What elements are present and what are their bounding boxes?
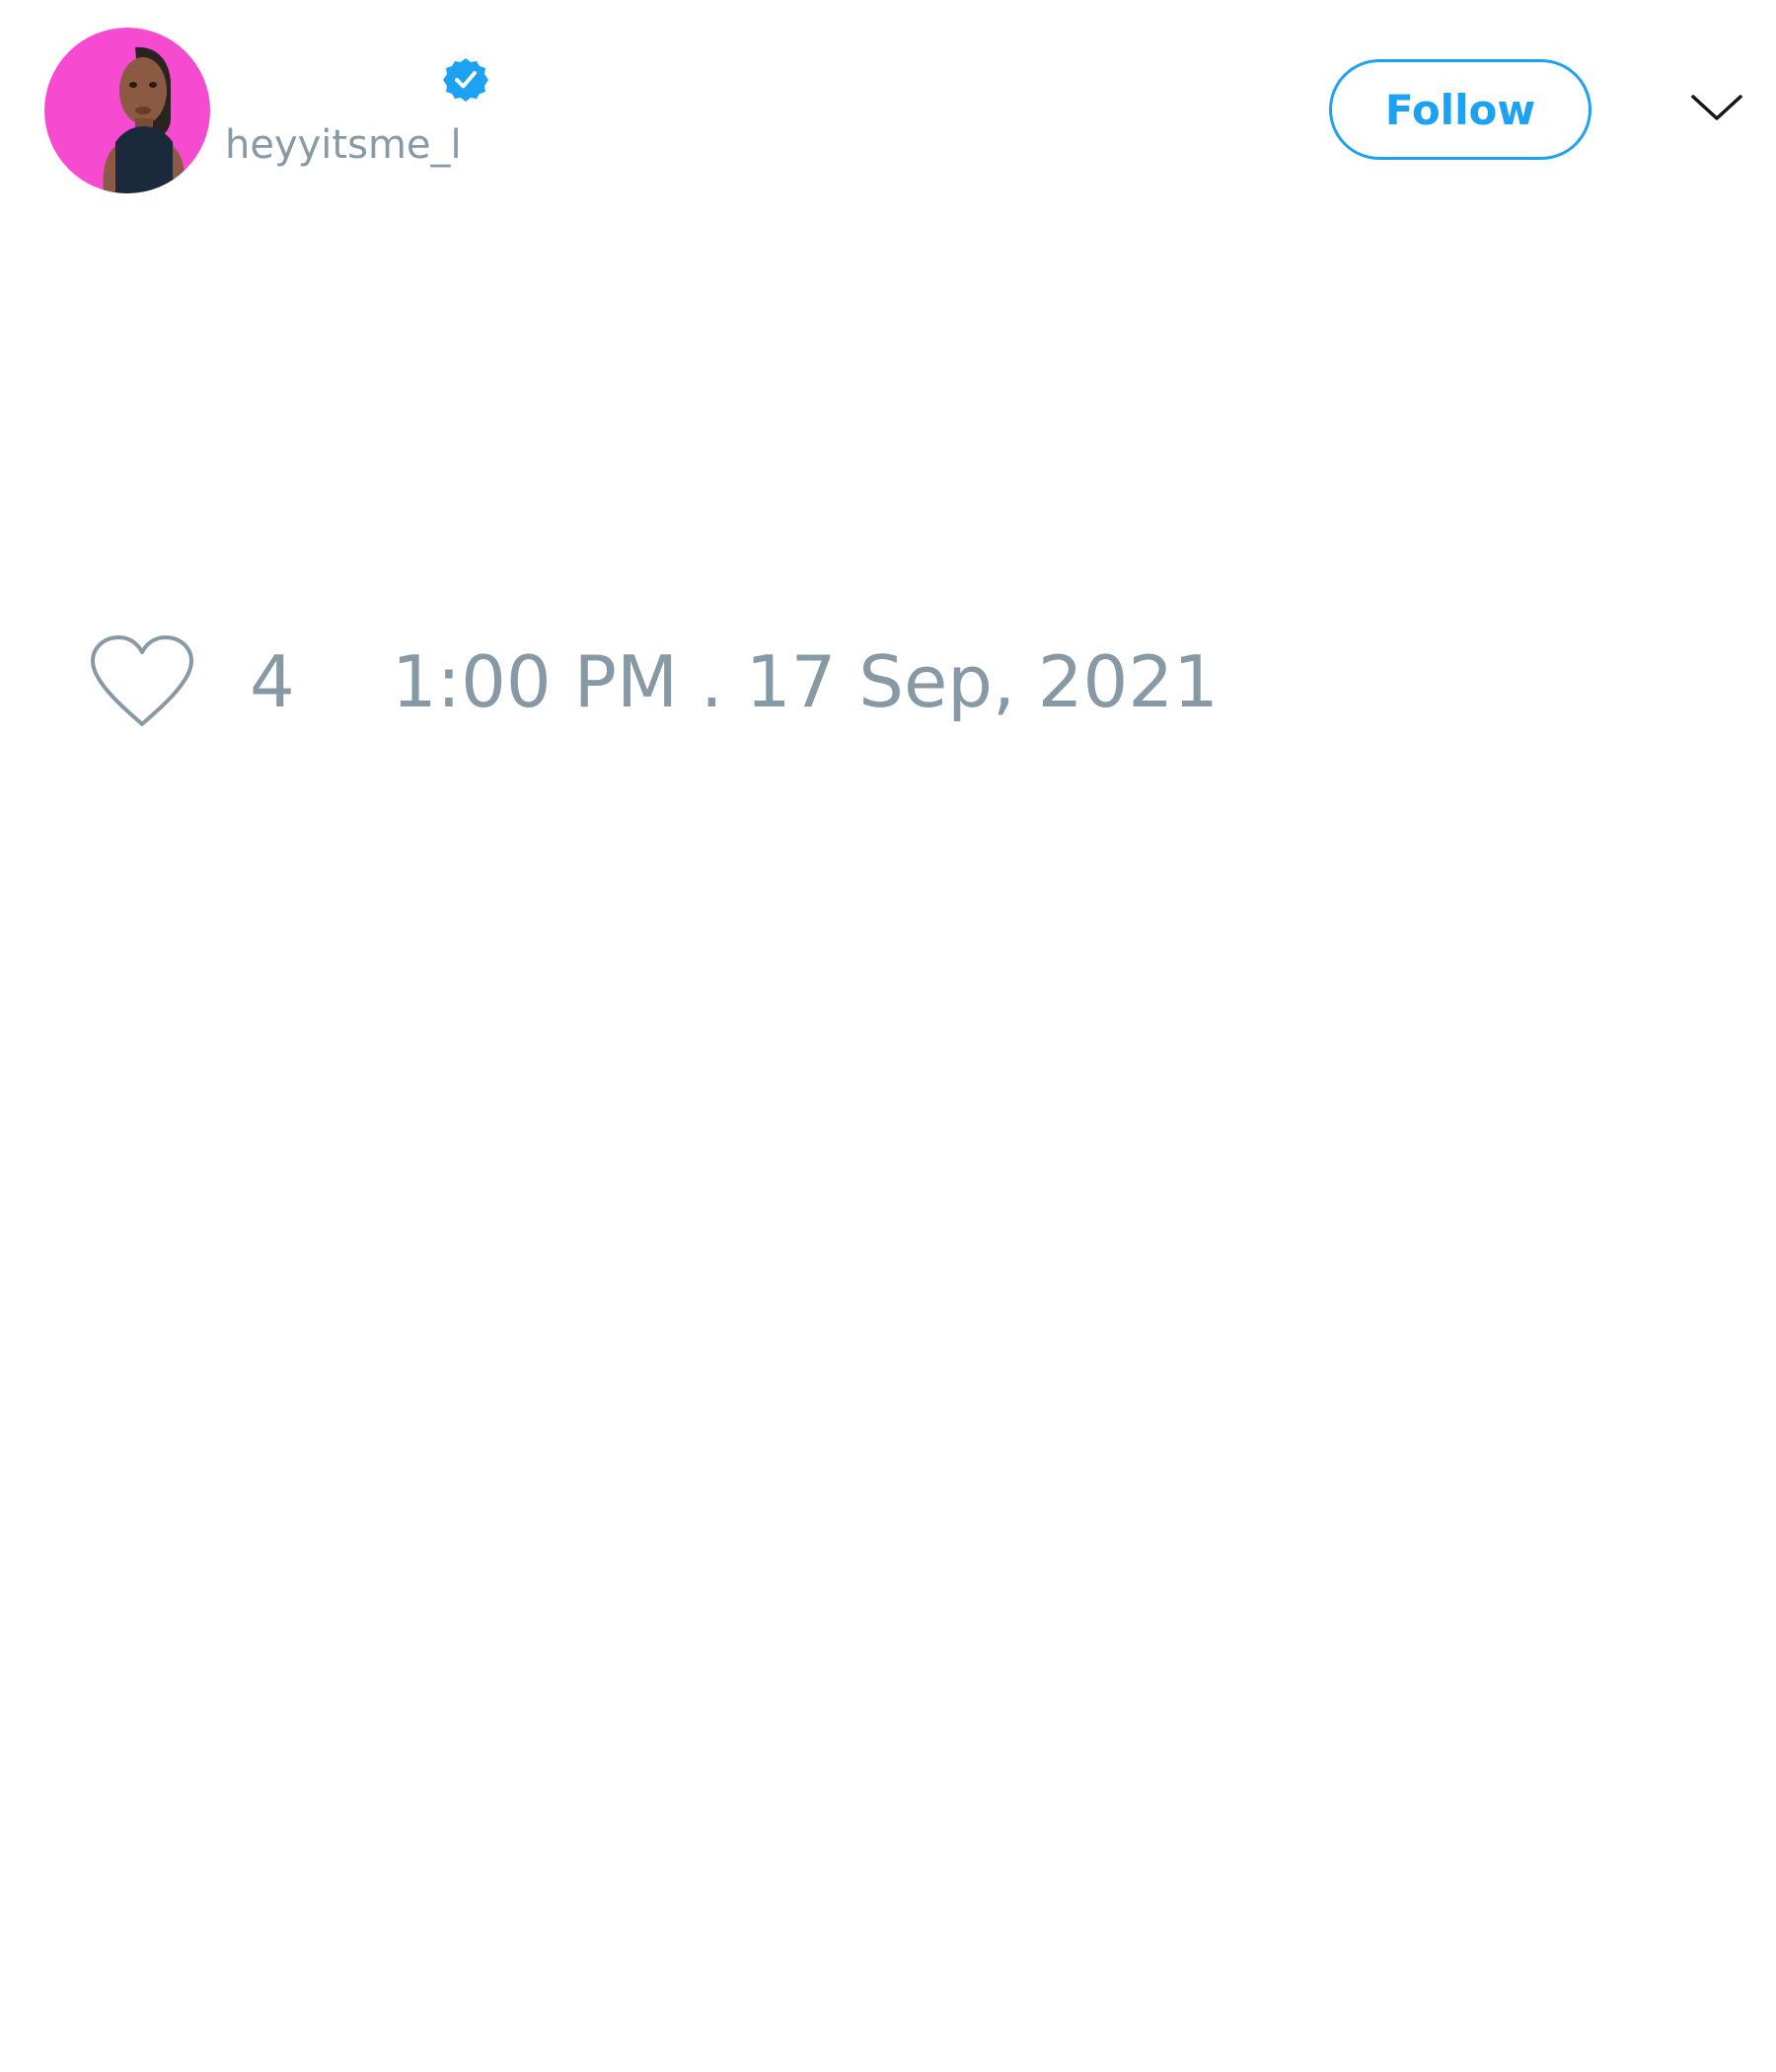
follow-button[interactable]: Follow xyxy=(1329,59,1591,160)
username[interactable]: heyyitsme_l xyxy=(225,125,462,165)
tweet-card: heyyitsme_l Follow 4 1:00 PM . 17 Sep, 2… xyxy=(0,0,1776,2072)
heart-icon[interactable] xyxy=(89,633,195,728)
like-count: 4 xyxy=(250,640,295,723)
engagement-row: 4 1:00 PM . 17 Sep, 2021 xyxy=(0,631,1776,740)
avatar[interactable] xyxy=(44,28,210,193)
chevron-down-icon[interactable] xyxy=(1689,91,1744,124)
avatar-image xyxy=(44,28,210,193)
verified-badge-icon xyxy=(443,58,488,102)
timestamp[interactable]: 1:00 PM . 17 Sep, 2021 xyxy=(392,639,1219,724)
